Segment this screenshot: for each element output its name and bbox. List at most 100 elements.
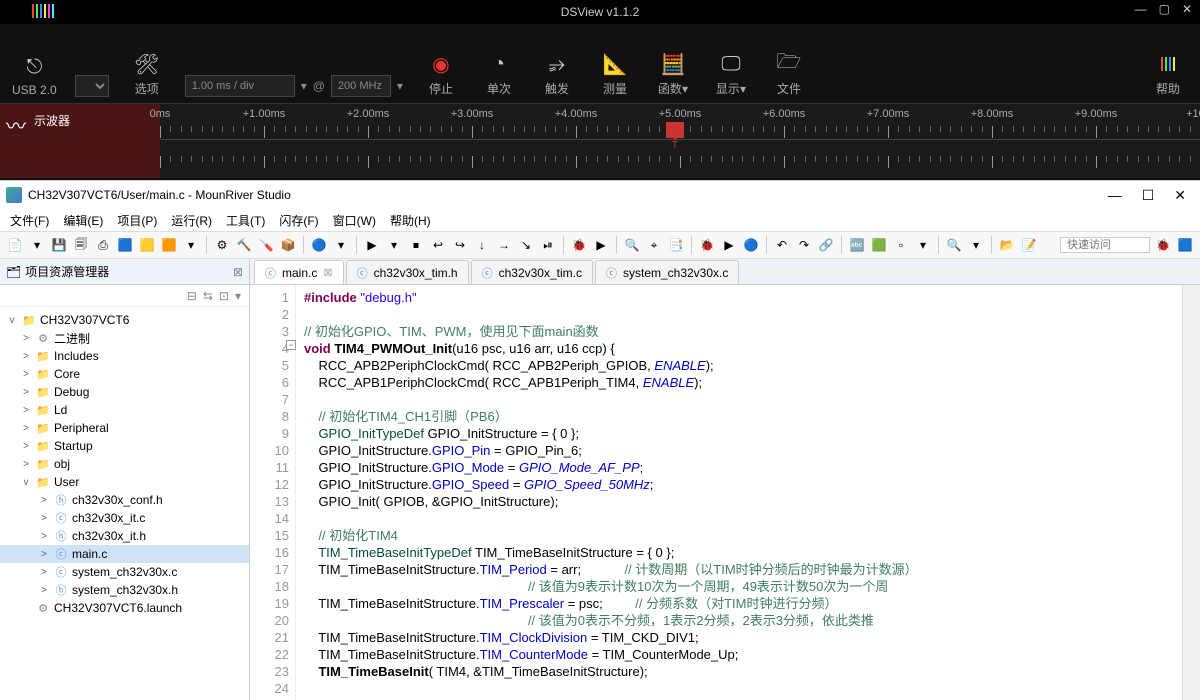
twisty-icon[interactable]: > (38, 495, 50, 506)
help-button[interactable]: 帮助 (1148, 48, 1188, 97)
tree-item[interactable]: ⚙CH32V307VCT6.launch (0, 599, 249, 617)
functions-button[interactable]: 🧮 函数▾ (653, 48, 693, 97)
toolbar-button[interactable]: 🔨 (235, 236, 253, 254)
toolbar-button[interactable]: ↘ (517, 236, 535, 254)
code-body[interactable]: #include "debug.h" // 初始化GPIO、TIM、PWM，使用… (296, 285, 1182, 700)
tree-item[interactable]: >📁Debug (0, 383, 249, 401)
toolbar-button[interactable]: 🔍 (945, 236, 963, 254)
twisty-icon[interactable]: > (38, 567, 50, 578)
toolbar-button[interactable]: 🐞 (698, 236, 716, 254)
toolbar-button[interactable]: 🔤 (848, 236, 866, 254)
twisty-icon[interactable]: v (6, 315, 18, 326)
toolbar-button[interactable]: 🔵 (742, 236, 760, 254)
menu-item[interactable]: 项目(P) (117, 212, 157, 229)
toolbar-button[interactable]: 📝 (1020, 236, 1038, 254)
toolbar-button[interactable]: 🔍 (623, 236, 641, 254)
toolbar-button[interactable]: 📄 (6, 236, 24, 254)
toolbar-button[interactable]: → (495, 236, 513, 254)
collapse-all-icon[interactable]: ⊟ (187, 289, 197, 303)
single-button[interactable]: ◔ 单次 (479, 48, 519, 97)
toolbar-button[interactable]: ↩ (429, 236, 447, 254)
toolbar-button[interactable]: ⚙ (213, 236, 231, 254)
editor-tab[interactable]: ⓒch32v30x_tim.h (346, 260, 469, 284)
toolbar-button[interactable]: ▾ (914, 236, 932, 254)
toolbar-button[interactable]: ▾ (385, 236, 403, 254)
project-root[interactable]: v 📁 CH32V307VCT6 (0, 311, 249, 329)
timebase-dropdown[interactable]: ▾ (301, 79, 307, 93)
editor-tab[interactable]: ⓒch32v30x_tim.c (471, 260, 593, 284)
twisty-icon[interactable]: v (20, 477, 32, 488)
toolbar-button[interactable]: 🟦 (116, 236, 134, 254)
tree-item[interactable]: >ⓒch32v30x_it.c (0, 509, 249, 527)
minimize-button[interactable]: — (1135, 2, 1147, 16)
toolbar-button[interactable]: ▾ (967, 236, 985, 254)
menu-item[interactable]: 编辑(E) (63, 212, 103, 229)
close-button[interactable]: ✕ (1182, 2, 1192, 16)
tree-item[interactable]: >📁Includes (0, 347, 249, 365)
toolbar-button[interactable]: ▫ (892, 236, 910, 254)
toolbar-button[interactable]: 🟧 (160, 236, 178, 254)
display-button[interactable]: 🖵 显示▾ (711, 48, 751, 97)
toolbar-button[interactable]: ▾ (332, 236, 350, 254)
oscilloscope-header[interactable]: 〰 示波器 (0, 104, 160, 178)
link-editor-icon[interactable]: ⇆ (203, 289, 213, 303)
close-button[interactable]: ✕ (1174, 187, 1186, 204)
code-editor[interactable]: 123456789101112131415161718192021222324 … (250, 285, 1200, 700)
tree-item[interactable]: >ⓗsystem_ch32v30x.h (0, 581, 249, 599)
toolbar-button[interactable]: 📂 (998, 236, 1016, 254)
toolbar-button[interactable]: 🔗 (817, 236, 835, 254)
toolbar-button[interactable]: 🟩 (870, 236, 888, 254)
twisty-icon[interactable]: > (20, 369, 32, 380)
toolbar-button[interactable]: ⏹ (407, 236, 425, 254)
trigger-marker[interactable]: T (666, 122, 684, 138)
tree-item[interactable]: >📁obj (0, 455, 249, 473)
options-tool[interactable]: 🛠 选项 (127, 48, 167, 97)
tree-item[interactable]: >📁Startup (0, 437, 249, 455)
twisty-icon[interactable]: > (38, 513, 50, 524)
tree-item[interactable]: >ⓗch32v30x_conf.h (0, 491, 249, 509)
timebase-input[interactable] (185, 75, 295, 97)
samplerate-dropdown[interactable]: ▾ (397, 79, 403, 93)
toolbar-button[interactable]: ▾ (28, 236, 46, 254)
toolbar-button[interactable]: 🔵 (310, 236, 328, 254)
tree-item[interactable]: >ⓒmain.c (0, 545, 249, 563)
toolbar-button[interactable]: ↪ (451, 236, 469, 254)
explorer-close-icon[interactable]: ⊠ (233, 265, 243, 279)
toolbar-button[interactable]: ▶ (363, 236, 381, 254)
file-button[interactable]: 🗁 文件 (769, 48, 809, 97)
twisty-icon[interactable]: > (20, 333, 32, 344)
toolbar-button[interactable]: 📑 (667, 236, 685, 254)
toolbar-button[interactable]: ↷ (795, 236, 813, 254)
menu-item[interactable]: 帮助(H) (390, 212, 431, 229)
tree-item[interactable]: v📁User (0, 473, 249, 491)
toolbar-button[interactable]: ▾ (182, 236, 200, 254)
menu-item[interactable]: 工具(T) (226, 212, 265, 229)
view-menu-icon[interactable]: ▾ (235, 289, 241, 303)
tab-close-icon[interactable]: ⊠ (323, 266, 332, 279)
twisty-icon[interactable]: > (38, 585, 50, 596)
menu-item[interactable]: 文件(F) (10, 212, 49, 229)
trigger-button[interactable]: ⭈ 触发 (537, 48, 577, 97)
tree-item[interactable]: >📁Peripheral (0, 419, 249, 437)
twisty-icon[interactable]: > (20, 387, 32, 398)
tree-item[interactable]: >ⓗch32v30x_it.h (0, 527, 249, 545)
time-ruler[interactable]: 0ms+1.00ms+2.00ms+3.00ms+4.00ms+5.00ms+6… (160, 104, 1200, 178)
maximize-button[interactable]: ☐ (1142, 187, 1155, 204)
measure-button[interactable]: 📐 测量 (595, 48, 635, 97)
menu-item[interactable]: 窗口(W) (333, 212, 376, 229)
toolbar-button[interactable]: ▶ (592, 236, 610, 254)
toolbar-button[interactable]: 🐞 (570, 236, 588, 254)
vertical-scrollbar[interactable] (1182, 285, 1200, 700)
editor-tab[interactable]: ⓒsystem_ch32v30x.c (595, 260, 739, 284)
stop-button[interactable]: ◉ 停止 (421, 48, 461, 97)
toolbar-button[interactable]: ⎙ (94, 236, 112, 254)
tree-item[interactable]: >ⓒsystem_ch32v30x.c (0, 563, 249, 581)
minimize-button[interactable]: — (1108, 187, 1122, 204)
fold-toggle[interactable]: − (286, 340, 296, 350)
toolbar-button[interactable]: ⏯ (539, 236, 557, 254)
perspective-cpp[interactable]: 🟦 (1176, 236, 1194, 254)
device-select[interactable] (75, 75, 109, 97)
tree-item[interactable]: >⚙二进制 (0, 329, 249, 347)
editor-tab[interactable]: ⓒmain.c⊠ (254, 260, 344, 284)
toolbar-button[interactable]: 🪛 (257, 236, 275, 254)
